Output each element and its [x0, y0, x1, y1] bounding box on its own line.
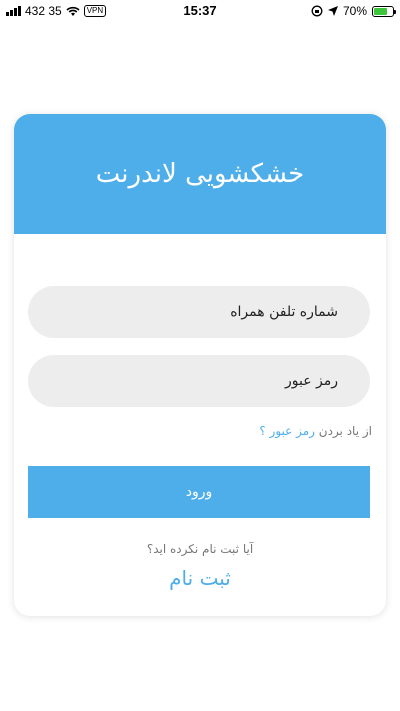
no-account-text: آیا ثبت نام نکرده اید؟ [146, 542, 254, 556]
status-right: 70% [311, 4, 396, 18]
signup-link[interactable]: ثبت نام [14, 566, 386, 590]
location-icon [327, 6, 338, 16]
lock-rotation-icon [311, 5, 323, 17]
login-card: خشکشویی لاندرنت از یاد بردن رمز عبور ؟ و… [14, 114, 386, 616]
page-title: خشکشویی لاندرنت [95, 159, 305, 189]
forgot-password-row: از یاد بردن رمز عبور ؟ [259, 424, 372, 438]
status-bar: 432 35 VPN 15:37 70% [0, 0, 400, 22]
phone-input[interactable] [28, 286, 370, 338]
forgot-password-link[interactable]: رمز عبور ؟ [259, 424, 315, 438]
card-header: خشکشویی لاندرنت [14, 114, 386, 234]
battery-percent: 70% [342, 4, 367, 18]
battery-icon [372, 5, 396, 17]
login-button[interactable]: ورود [28, 466, 370, 518]
forgot-password-prefix: از یاد بردن [314, 424, 372, 438]
password-input[interactable] [28, 355, 370, 407]
battery-fill [374, 7, 387, 15]
